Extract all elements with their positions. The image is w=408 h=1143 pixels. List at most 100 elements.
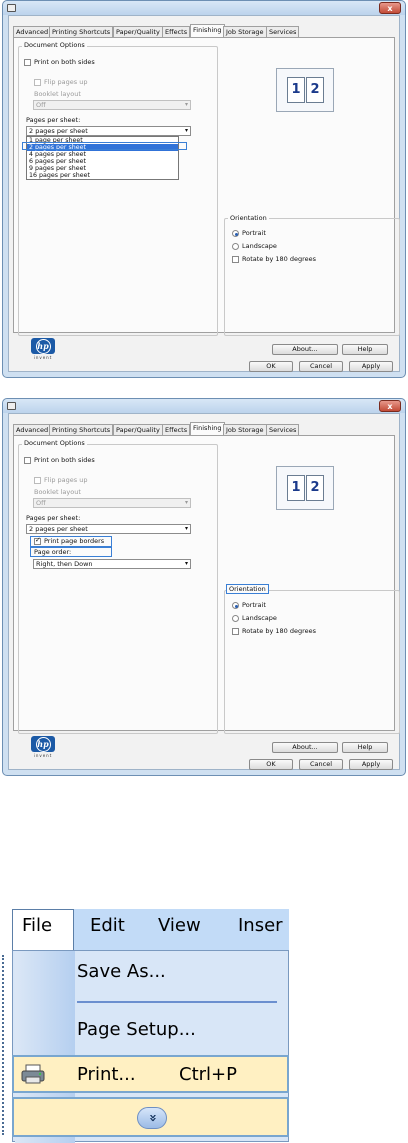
menu-item-print-shortcut: Ctrl+P <box>179 1064 237 1085</box>
pages-per-sheet-label: Pages per sheet: <box>26 514 81 522</box>
document-options-legend: Document Options <box>22 41 87 49</box>
menu-separator <box>77 1001 277 1003</box>
document-options-legend: Document Options <box>22 439 87 447</box>
hp-logo-text: hp <box>35 339 51 354</box>
close-icon: x <box>387 4 393 13</box>
rotate-180-checkbox[interactable] <box>232 256 239 263</box>
preview-page-number: 1 <box>291 82 301 97</box>
preview-page: 2 <box>306 475 324 501</box>
booklet-layout-value: Off <box>36 101 46 109</box>
close-icon: x <box>387 402 393 411</box>
hp-logo: hp invent <box>28 338 58 360</box>
close-button[interactable]: x <box>379 400 401 412</box>
print-page-borders-checkbox[interactable] <box>34 536 41 545</box>
menu-item-print[interactable]: Print... Ctrl+P <box>12 1055 289 1093</box>
finishing-panel: Document Options Print on both sides Fli… <box>13 435 400 758</box>
preview-page-number: 1 <box>291 480 301 495</box>
ok-button[interactable]: OK <box>249 361 293 372</box>
ok-button[interactable]: OK <box>249 759 293 770</box>
page-order-label: Page order: <box>34 548 72 556</box>
chevron-down-icon: ▾ <box>184 127 188 134</box>
menu-expand-row[interactable]: » <box>12 1097 289 1137</box>
dropdown-option[interactable]: 9 pages per sheet <box>27 165 178 172</box>
page-order-select[interactable]: Right, then Down ▾ <box>33 559 191 569</box>
menu-bar: File Edit View Inser <box>12 909 289 951</box>
print-page-borders-label: Print page borders <box>44 537 105 545</box>
menu-edit[interactable]: Edit <box>90 915 125 936</box>
menu-view[interactable]: View <box>158 915 201 936</box>
flip-pages-up-label: Flip pages up <box>44 476 88 484</box>
booklet-layout-select: Off ▾ <box>33 498 191 508</box>
chevron-down-icon: ▾ <box>184 101 188 108</box>
rotate-180-checkbox[interactable] <box>232 628 239 635</box>
expand-glyph: » <box>145 1113 160 1123</box>
printer-properties-dialog-1: x Advanced Printing Shortcuts Paper/Qual… <box>2 0 406 378</box>
pages-per-sheet-label: Pages per sheet: <box>26 116 81 124</box>
booklet-layout-select: Off ▾ <box>33 100 191 110</box>
booklet-layout-value: Off <box>36 499 46 507</box>
layout-preview: 1 2 <box>276 466 334 510</box>
portrait-radio[interactable] <box>232 230 239 237</box>
preview-page: 2 <box>306 77 324 103</box>
menu-insert[interactable]: Inser <box>238 915 283 936</box>
tab-finishing[interactable]: Finishing <box>190 422 225 436</box>
dropdown-option[interactable]: 4 pages per sheet <box>27 151 178 158</box>
pages-per-sheet-value: 2 pages per sheet <box>29 127 88 135</box>
print-both-sides-checkbox[interactable] <box>24 59 31 66</box>
hp-tagline: invent <box>33 753 53 758</box>
chevron-down-icon[interactable]: » <box>137 1107 167 1129</box>
menu-file[interactable]: File <box>22 915 52 936</box>
cancel-button[interactable]: Cancel <box>299 759 343 770</box>
pages-per-sheet-select[interactable]: 2 pages per sheet ▾ <box>26 524 191 534</box>
flip-pages-up-checkbox[interactable] <box>34 79 41 86</box>
highlight-box <box>22 142 187 150</box>
landscape-label: Landscape <box>242 242 277 250</box>
printer-properties-dialog-2: x Advanced Printing Shortcuts Paper/Qual… <box>2 398 406 776</box>
portrait-radio[interactable] <box>232 602 239 609</box>
dialog-client: Advanced Printing Shortcuts Paper/Qualit… <box>8 413 400 770</box>
chevron-down-icon: ▾ <box>184 525 188 532</box>
preview-page: 1 <box>287 475 305 501</box>
portrait-label: Portrait <box>242 229 266 237</box>
about-button[interactable]: About... <box>272 344 338 355</box>
hp-logo-mark: hp <box>31 338 55 354</box>
printer-icon <box>20 1063 46 1085</box>
menu-item-page-setup[interactable]: Page Setup... <box>77 1019 196 1040</box>
print-both-sides-checkbox[interactable] <box>24 457 31 464</box>
orientation-legend: Orientation <box>228 214 269 222</box>
orientation-group <box>224 590 400 734</box>
landscape-radio[interactable] <box>232 615 239 622</box>
menu-item-save-as[interactable]: Save As... <box>77 961 166 982</box>
preview-page-number: 2 <box>310 82 320 97</box>
landscape-radio[interactable] <box>232 243 239 250</box>
menu-item-print-label: Print... <box>77 1064 136 1085</box>
landscape-label: Landscape <box>242 614 277 622</box>
rotate-180-label: Rotate by 180 degrees <box>242 255 317 263</box>
dropdown-option[interactable]: 16 pages per sheet <box>27 172 178 179</box>
cancel-button[interactable]: Cancel <box>299 361 343 372</box>
finishing-panel: Document Options Print on both sides Fli… <box>13 37 400 360</box>
hp-logo-mark: hp <box>31 736 55 752</box>
titlebar: x <box>3 399 405 413</box>
pages-per-sheet-select[interactable]: 2 pages per sheet ▾ <box>26 126 191 136</box>
flip-pages-up-checkbox[interactable] <box>34 477 41 484</box>
hp-logo-text: hp <box>35 737 51 752</box>
apply-button[interactable]: Apply <box>349 361 393 372</box>
dropdown-option[interactable]: 6 pages per sheet <box>27 158 178 165</box>
chevron-down-icon: ▾ <box>184 499 188 506</box>
tab-strip: Advanced Printing Shortcuts Paper/Qualit… <box>13 422 395 436</box>
about-button[interactable]: About... <box>272 742 338 753</box>
tab-finishing[interactable]: Finishing <box>190 24 225 38</box>
help-button[interactable]: Help <box>342 742 388 753</box>
toolbar-grip <box>2 955 8 1135</box>
help-button[interactable]: Help <box>342 344 388 355</box>
preview-page: 1 <box>287 77 305 103</box>
printer-icon <box>7 4 16 12</box>
close-button[interactable]: x <box>379 2 401 14</box>
hp-logo: hp invent <box>28 736 58 758</box>
apply-button[interactable]: Apply <box>349 759 393 770</box>
tab-strip: Advanced Printing Shortcuts Paper/Qualit… <box>13 24 395 38</box>
print-both-sides-label: Print on both sides <box>34 58 95 66</box>
booklet-layout-label: Booklet layout <box>34 488 81 496</box>
dialog-client: Advanced Printing Shortcuts Paper/Qualit… <box>8 15 400 372</box>
